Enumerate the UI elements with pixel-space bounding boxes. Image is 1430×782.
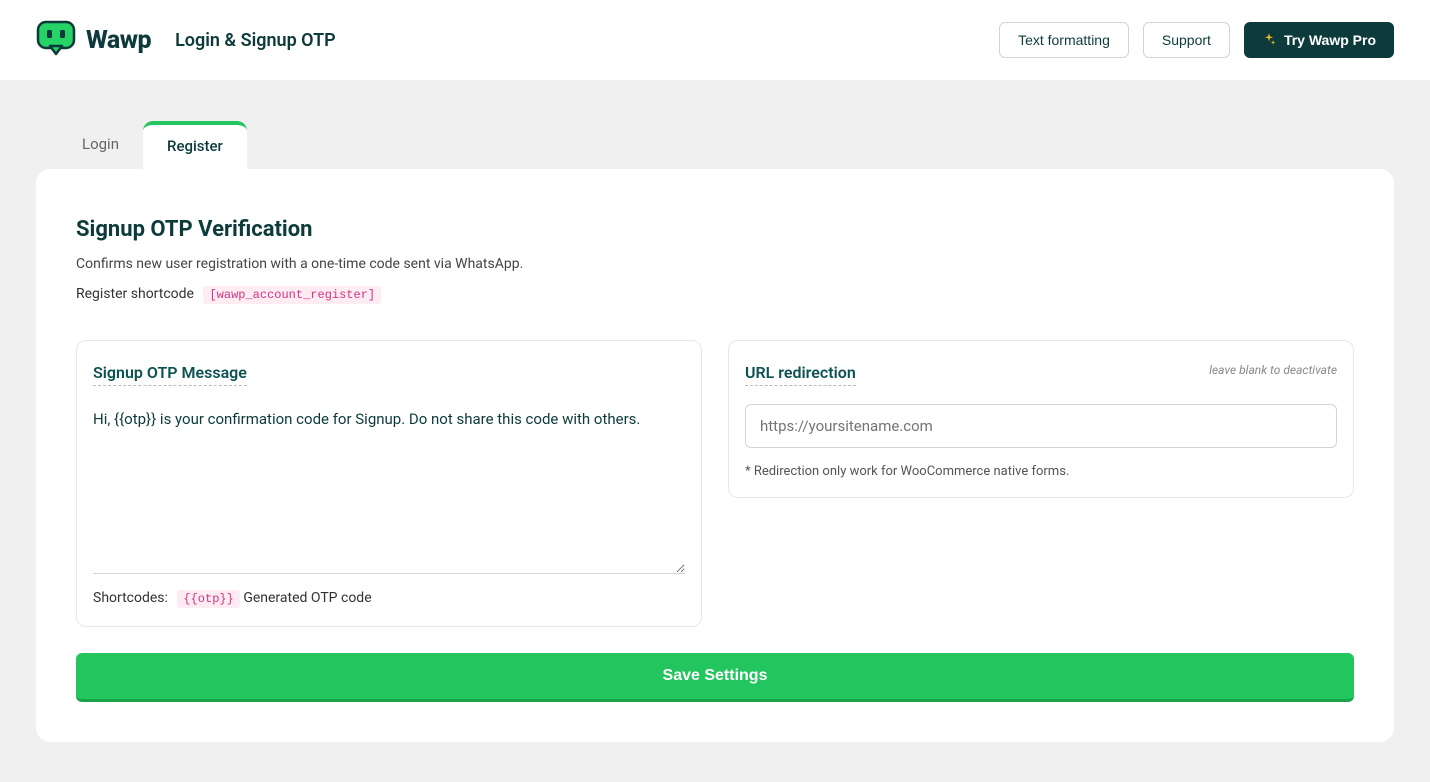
url-panel-hint: leave blank to deactivate — [1209, 363, 1337, 377]
otp-shortcode-tag: {{otp}} — [177, 590, 239, 608]
signup-message-panel: Signup OTP Message Shortcodes: {{otp}} G… — [76, 340, 702, 627]
url-redirection-note: * Redirection only work for WooCommerce … — [745, 464, 1337, 479]
section-title: Signup OTP Verification — [76, 217, 1354, 242]
save-settings-button[interactable]: Save Settings — [76, 653, 1354, 702]
support-button[interactable]: Support — [1143, 22, 1230, 58]
tab-register[interactable]: Register — [143, 121, 247, 169]
register-shortcode-line: Register shortcode [wawp_account_registe… — [76, 286, 1354, 304]
header: Wawp Login & Signup OTP Text formatting … — [0, 0, 1430, 81]
url-panel-title: URL redirection — [745, 363, 856, 386]
header-actions: Text formatting Support Try Wawp Pro — [999, 22, 1394, 58]
page-title: Login & Signup OTP — [175, 30, 336, 51]
url-redirect-panel: URL redirection leave blank to deactivat… — [728, 340, 1354, 498]
url-redirection-input[interactable] — [745, 404, 1337, 448]
text-formatting-button[interactable]: Text formatting — [999, 22, 1129, 58]
try-pro-label: Try Wawp Pro — [1284, 32, 1376, 48]
message-panel-title: Signup OTP Message — [93, 363, 247, 386]
panels-row: Signup OTP Message Shortcodes: {{otp}} G… — [76, 340, 1354, 627]
content-card: Signup OTP Verification Confirms new use… — [36, 169, 1394, 742]
sparkle-icon — [1262, 32, 1276, 49]
try-pro-button[interactable]: Try Wawp Pro — [1244, 22, 1394, 58]
wawp-logo-icon — [36, 20, 76, 60]
section-description: Confirms new user registration with a on… — [76, 256, 1354, 272]
register-shortcode-value: [wawp_account_register] — [203, 286, 381, 304]
tabs: Login Register — [58, 121, 1394, 169]
logo: Wawp — [36, 20, 151, 60]
shortcodes-label: Shortcodes: — [93, 590, 168, 606]
tab-login[interactable]: Login — [58, 121, 143, 169]
brand-text: Wawp — [86, 26, 151, 55]
shortcode-helper: Shortcodes: {{otp}} Generated OTP code — [93, 590, 685, 608]
shortcode-description: Generated OTP code — [243, 590, 371, 606]
main-container: Login Register Signup OTP Verification C… — [0, 81, 1430, 772]
otp-message-textarea[interactable] — [93, 404, 685, 574]
register-shortcode-label: Register shortcode — [76, 286, 194, 302]
